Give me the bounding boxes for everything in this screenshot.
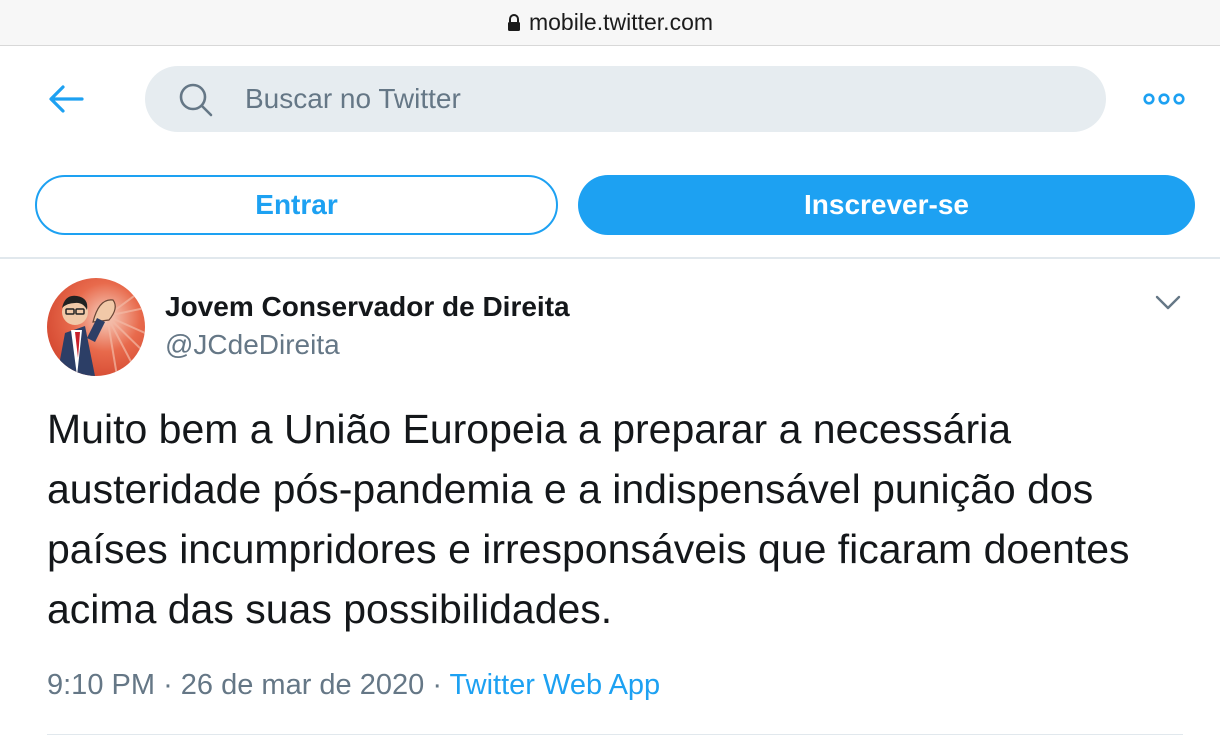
more-dots-icon xyxy=(1143,93,1185,105)
tweet[interactable]: Jovem Conservador de Direita @JCdeDireit… xyxy=(0,262,1220,740)
search-bar[interactable] xyxy=(145,66,1106,132)
arrow-left-icon xyxy=(49,85,84,113)
browser-url: mobile.twitter.com xyxy=(528,9,714,35)
login-button-label: Entrar xyxy=(255,189,338,220)
tweet-date[interactable]: 26 de mar de 2020 xyxy=(181,669,424,701)
author-name[interactable]: Jovem Conservador de Direita xyxy=(165,291,570,323)
author-handle[interactable]: @JCdeDireita xyxy=(165,329,340,361)
browser-address-bar[interactable]: mobile.twitter.com xyxy=(0,0,1220,46)
meta-separator: · xyxy=(163,669,173,701)
divider xyxy=(47,734,1183,735)
search-icon xyxy=(178,82,214,123)
more-options-button[interactable] xyxy=(1143,89,1185,109)
login-button[interactable]: Entrar xyxy=(35,175,558,235)
meta-separator: · xyxy=(432,669,442,701)
tweet-text: Muito bem a União Europeia a preparar a … xyxy=(47,406,1130,632)
tweet-metadata: 9:10 PM · 26 de mar de 2020 · Twitter We… xyxy=(47,669,660,702)
tweet-time[interactable]: 9:10 PM xyxy=(47,669,155,701)
top-navigation xyxy=(0,47,1220,151)
tweet-source-link[interactable]: Twitter Web App xyxy=(450,669,661,701)
avatar[interactable] xyxy=(47,278,145,376)
chevron-down-icon xyxy=(1155,295,1181,310)
tweet-menu-button[interactable] xyxy=(1155,295,1181,311)
auth-bar: Entrar Inscrever-se xyxy=(0,151,1220,259)
lock-icon xyxy=(507,13,521,32)
back-button[interactable] xyxy=(46,79,86,119)
signup-button[interactable]: Inscrever-se xyxy=(578,175,1195,235)
signup-button-label: Inscrever-se xyxy=(803,189,969,220)
search-input[interactable] xyxy=(245,66,1065,132)
